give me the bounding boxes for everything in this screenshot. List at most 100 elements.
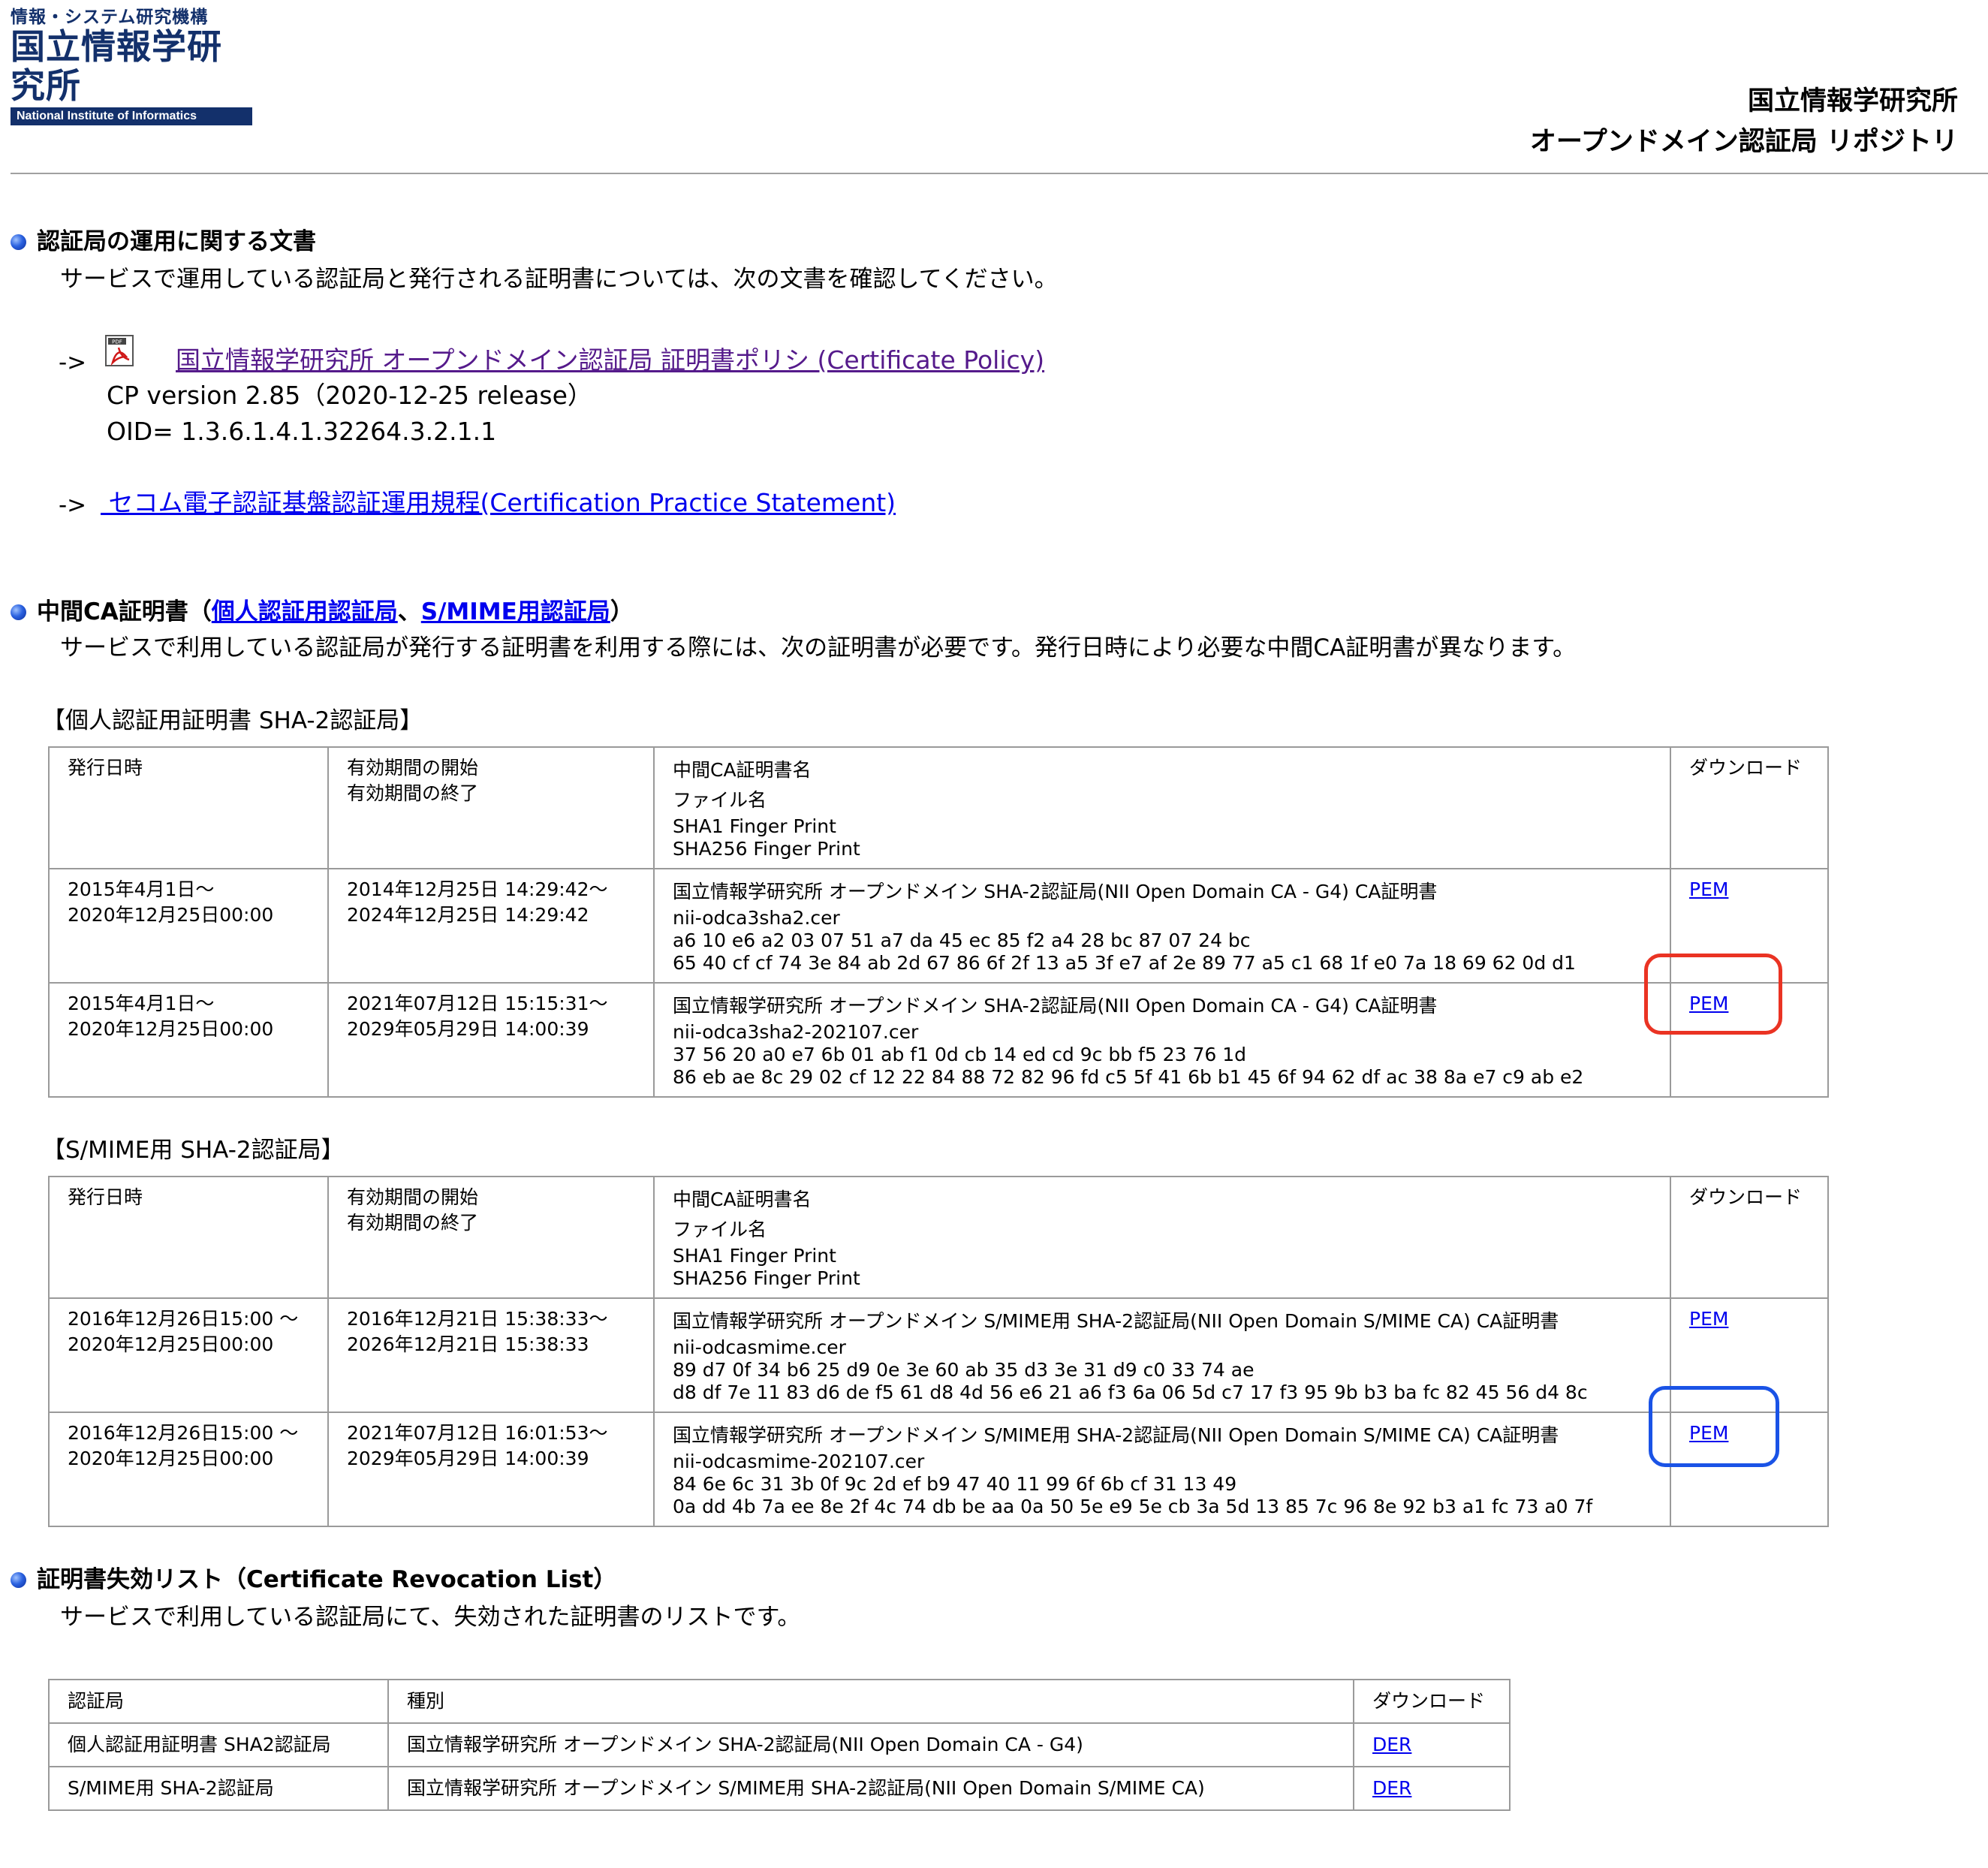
smime-ca-table: 発行日時 有効期間の開始 有効期間の終了 中間CA証明書名 ファイル名 SHA1…	[48, 1176, 1829, 1527]
header-ca-name: 中間CA証明書名	[673, 1189, 812, 1210]
pem-download-link[interactable]: PEM	[1689, 1308, 1728, 1330]
ca-name: 国立情報学研究所 オープンドメイン S/MIME用 SHA-2認証局(NII O…	[673, 1424, 1559, 1446]
crl-section-description: サービスで利用している認証局にて、失効された証明書のリストです。	[60, 1604, 801, 1631]
valid-start: 2021年07月12日 16:01:53〜	[347, 1422, 608, 1444]
crl-cell-type: 国立情報学研究所 オープンドメイン S/MIME用 SHA-2認証局(NII O…	[387, 1766, 1354, 1811]
cell-validity: 2021年07月12日 15:15:31〜 2029年05月29日 14:00:…	[327, 982, 655, 1098]
file-name: nii-odca3sha2-202107.cer	[673, 1021, 919, 1043]
valid-end: 2024年12月25日 14:29:42	[347, 904, 589, 926]
pdf-file-icon: PDF	[105, 335, 134, 366]
sha256-fingerprint: d8 df 7e 11 83 d6 de f5 61 d8 4d 56 e6 2…	[673, 1381, 1588, 1403]
header-issue-date: 発行日時	[68, 1186, 143, 1208]
header-issue-date: 発行日時	[68, 757, 143, 779]
table-header-row: 認証局 種別 ダウンロード	[48, 1679, 1511, 1724]
issue-date-from: 2015年4月1日〜	[68, 993, 215, 1014]
crl-cell-ca: S/MIME用 SHA-2認証局	[48, 1766, 389, 1811]
cell-validity: 2021年07月12日 16:01:53〜 2029年05月29日 14:00:…	[327, 1412, 655, 1527]
der-download-link[interactable]: DER	[1372, 1777, 1411, 1799]
sha1-fingerprint: 84 6e 6c 31 3b 0f 9c 2d ef b9 47 40 11 9…	[673, 1473, 1237, 1495]
header-sha1: SHA1 Finger Print	[673, 1245, 836, 1267]
header-sha256: SHA256 Finger Print	[673, 838, 860, 860]
cp-version: CP version 2.85（2020-12-25 release）	[107, 381, 592, 410]
valid-start: 2016年12月21日 15:38:33〜	[347, 1308, 608, 1330]
intermediate-heading-prefix: 中間CA証明書（	[37, 598, 212, 625]
valid-end: 2029年05月29日 14:00:39	[347, 1018, 589, 1040]
issue-date-to: 2020年12月25日00:00	[68, 1018, 274, 1040]
header-valid-end: 有効期間の終了	[347, 1212, 479, 1234]
ops-heading-text: 認証局の運用に関する文書	[37, 228, 316, 255]
personal-ca-anchor-link[interactable]: 個人認証用認証局	[212, 598, 398, 625]
intermediate-section-heading: 中間CA証明書（個人認証用認証局、S/MIME用認証局）	[11, 597, 634, 627]
pem-download-link[interactable]: PEM	[1689, 878, 1728, 900]
header-valid-end: 有効期間の終了	[347, 782, 479, 804]
certificate-policy-link[interactable]: 国立情報学研究所 オープンドメイン認証局 証明書ポリシ (Certificate…	[176, 345, 1044, 375]
sha1-fingerprint: 89 d7 0f 34 b6 25 d9 0e 3e 60 ab 35 d3 3…	[673, 1359, 1255, 1381]
logo-english-line: National Institute of Informatics	[11, 107, 252, 125]
table-row: 2016年12月26日15:00 〜 2020年12月25日00:00 2016…	[48, 1297, 1829, 1413]
header-valid-start: 有効期間の開始	[347, 757, 479, 779]
valid-start: 2021年07月12日 15:15:31〜	[347, 993, 608, 1014]
table-header-row: 発行日時 有効期間の開始 有効期間の終了 中間CA証明書名 ファイル名 SHA1…	[48, 746, 1829, 869]
table-header-row: 発行日時 有効期間の開始 有効期間の終了 中間CA証明書名 ファイル名 SHA1…	[48, 1176, 1829, 1299]
header-sha256: SHA256 Finger Print	[673, 1267, 860, 1289]
crl-section-heading: 証明書失効リスト（Certificate Revocation List）	[11, 1565, 616, 1595]
header-file-name: ファイル名	[673, 789, 767, 811]
personal-ca-table: 発行日時 有効期間の開始 有効期間の終了 中間CA証明書名 ファイル名 SHA1…	[48, 746, 1829, 1098]
file-name: nii-odca3sha2.cer	[673, 907, 840, 929]
cp-oid: OID= 1.3.6.1.4.1.32264.3.2.1.1	[107, 417, 497, 446]
col-validity: 有効期間の開始 有効期間の終了	[327, 1176, 655, 1299]
col-ca-name: 中間CA証明書名 ファイル名 SHA1 Finger Print SHA256 …	[653, 746, 1671, 869]
logo-name-line: 国立情報学研究所	[11, 26, 222, 106]
crl-heading-text: 証明書失効リスト（Certificate Revocation List）	[37, 1566, 617, 1593]
cell-validity: 2016年12月21日 15:38:33〜 2026年12月21日 15:38:…	[327, 1297, 655, 1413]
col-issue-date: 発行日時	[48, 746, 329, 869]
logo-org-line: 情報・システム研究機構	[11, 8, 209, 27]
valid-end: 2026年12月21日 15:38:33	[347, 1333, 589, 1355]
der-download-link[interactable]: DER	[1372, 1734, 1411, 1755]
issue-date-from: 2015年4月1日〜	[68, 878, 215, 900]
issue-date-from: 2016年12月26日15:00 〜	[68, 1422, 299, 1444]
issue-date-to: 2020年12月25日00:00	[68, 1448, 274, 1469]
cell-issue-date: 2016年12月26日15:00 〜 2020年12月25日00:00	[48, 1297, 329, 1413]
cps-link[interactable]: セコム電子認証基盤認証運用規程(Certification Practice S…	[101, 488, 896, 518]
table-row: 2015年4月1日〜 2020年12月25日00:00 2014年12月25日 …	[48, 868, 1829, 984]
ca-name: 国立情報学研究所 オープンドメイン SHA-2認証局(NII Open Doma…	[673, 995, 1438, 1017]
cps-arrow: ->	[59, 492, 87, 519]
header-valid-start: 有効期間の開始	[347, 1186, 479, 1208]
personal-table-title: 【個人認証用証明書 SHA-2認証局】	[42, 707, 423, 734]
ca-name: 国立情報学研究所 オープンドメイン S/MIME用 SHA-2認証局(NII O…	[673, 1310, 1559, 1332]
smime-ca-anchor-link[interactable]: S/MIME用認証局	[421, 598, 610, 625]
cell-ca-details: 国立情報学研究所 オープンドメイン S/MIME用 SHA-2認証局(NII O…	[653, 1412, 1671, 1527]
cell-issue-date: 2015年4月1日〜 2020年12月25日00:00	[48, 868, 329, 984]
header-download: ダウンロード	[1689, 757, 1803, 779]
table-row: S/MIME用 SHA-2認証局 国立情報学研究所 オープンドメイン S/MIM…	[48, 1766, 1511, 1811]
cell-issue-date: 2016年12月26日15:00 〜 2020年12月25日00:00	[48, 1412, 329, 1527]
ops-section-description: サービスで運用している認証局と発行される証明書については、次の文書を確認してくだ…	[60, 266, 1058, 293]
sha1-fingerprint: 37 56 20 a0 e7 6b 01 ab f1 0d cb 14 ed c…	[673, 1044, 1246, 1065]
ca-name: 国立情報学研究所 オープンドメイン SHA-2認証局(NII Open Doma…	[673, 881, 1438, 902]
issue-date-to: 2020年12月25日00:00	[68, 904, 274, 926]
col-validity: 有効期間の開始 有効期間の終了	[327, 746, 655, 869]
header-download: ダウンロード	[1689, 1186, 1803, 1208]
cell-issue-date: 2015年4月1日〜 2020年12月25日00:00	[48, 982, 329, 1098]
issue-date-to: 2020年12月25日00:00	[68, 1333, 274, 1355]
cell-ca-details: 国立情報学研究所 オープンドメイン S/MIME用 SHA-2認証局(NII O…	[653, 1297, 1671, 1413]
intermediate-section-description: サービスで利用している認証局が発行する証明書を利用する際には、次の証明書が必要で…	[60, 634, 1577, 661]
crl-header-download: ダウンロード	[1353, 1679, 1511, 1724]
svg-text:PDF: PDF	[112, 339, 122, 345]
col-ca-name: 中間CA証明書名 ファイル名 SHA1 Finger Print SHA256 …	[653, 1176, 1671, 1299]
cell-ca-details: 国立情報学研究所 オープンドメイン SHA-2認証局(NII Open Doma…	[653, 868, 1671, 984]
nii-logo[interactable]: 情報・システム研究機構 国立情報学研究所 National Institute …	[11, 8, 252, 125]
header-ca-name: 中間CA証明書名	[673, 759, 812, 781]
bullet-icon	[11, 234, 26, 250]
header-divider	[11, 173, 1988, 174]
site-title-line2: オープンドメイン認証局 リポジトリ	[1529, 127, 1958, 157]
valid-start: 2014年12月25日 14:29:42〜	[347, 878, 608, 900]
col-issue-date: 発行日時	[48, 1176, 329, 1299]
intermediate-heading-sep: 、	[397, 598, 421, 625]
crl-header-type: 種別	[387, 1679, 1354, 1724]
crl-header-ca: 認証局	[48, 1679, 389, 1724]
crl-cell-download: DER	[1353, 1766, 1511, 1811]
sha1-fingerprint: a6 10 e6 a2 03 07 51 a7 da 45 ec 85 f2 a…	[673, 929, 1251, 951]
sha256-fingerprint: 65 40 cf cf 74 3e 84 ab 2d 67 86 6f 2f 1…	[673, 952, 1576, 974]
